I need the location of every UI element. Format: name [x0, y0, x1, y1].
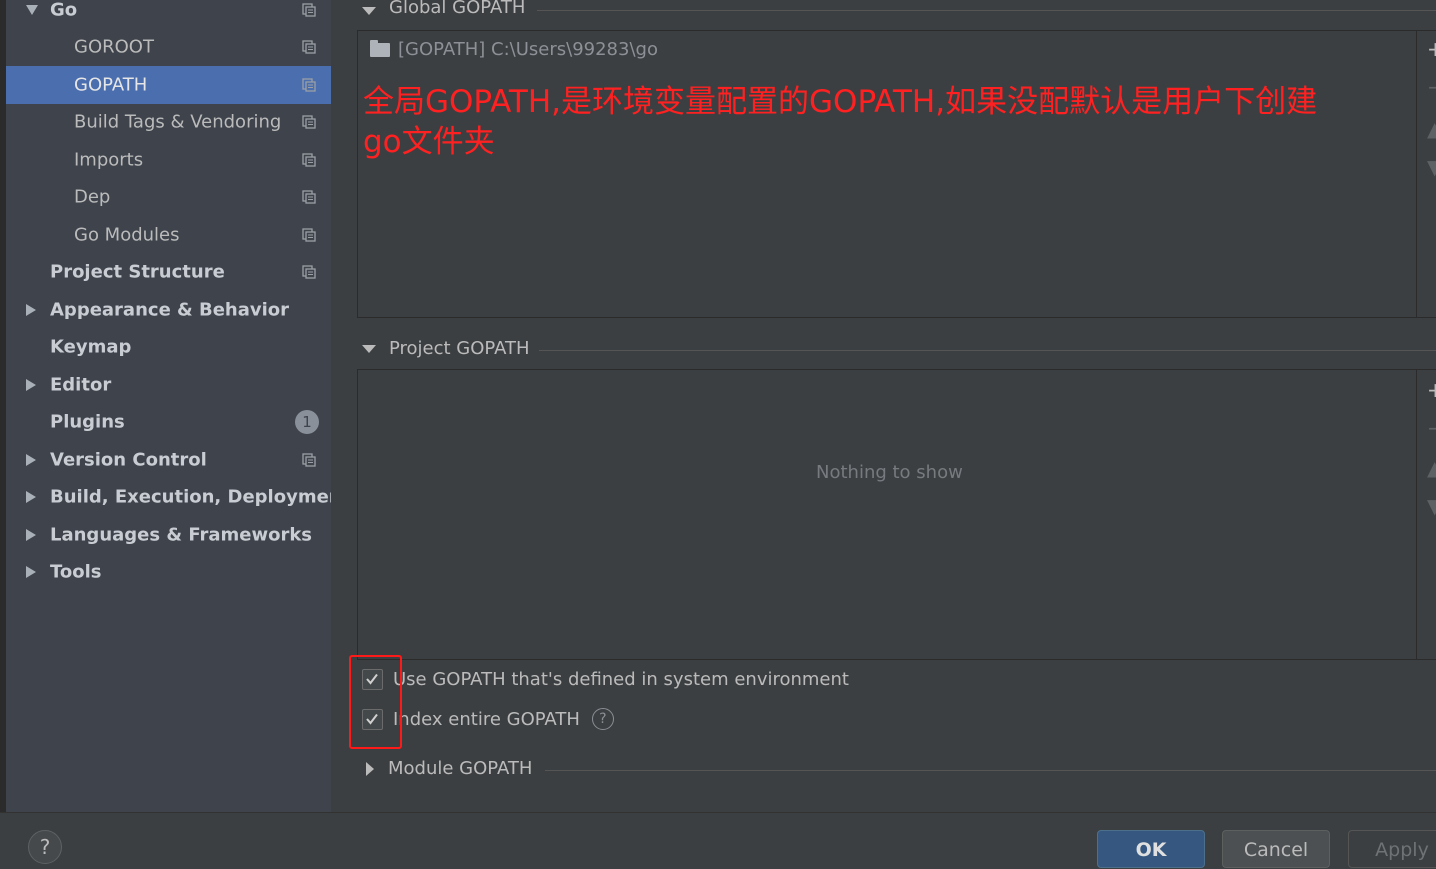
- sidebar-item-label: Keymap: [50, 336, 132, 358]
- sidebar-item-dep[interactable]: Dep: [6, 178, 331, 216]
- sidebar-item-label: Editor: [50, 374, 112, 396]
- section-divider: [545, 770, 1436, 771]
- section-divider: [539, 350, 1436, 351]
- sidebar-item-label: Go: [50, 0, 78, 21]
- sidebar-item-label: GOROOT: [74, 36, 154, 58]
- expanded-arrow-icon[interactable]: [26, 5, 38, 15]
- list-toolbar: + − ▲ ▼: [1416, 31, 1436, 317]
- collapse-arrow-icon: [362, 7, 376, 15]
- move-down-icon[interactable]: ▼: [1427, 157, 1436, 177]
- move-down-icon[interactable]: ▼: [1427, 496, 1436, 516]
- project-gopath-list[interactable]: Nothing to show + − ▲ ▼: [357, 369, 1436, 660]
- sidebar-item-label: Build Tags & Vendoring: [74, 111, 282, 133]
- help-icon[interactable]: ?: [591, 708, 614, 730]
- project-level-icon: [302, 115, 316, 129]
- add-icon[interactable]: +: [1427, 39, 1436, 59]
- sidebar-item-appearance-behavior[interactable]: Appearance & Behavior: [6, 291, 331, 329]
- sidebar-item-gopath[interactable]: GOPATH: [6, 66, 331, 104]
- sidebar-item-label: Version Control: [50, 449, 207, 471]
- sidebar-item-project-structure[interactable]: Project Structure: [6, 253, 331, 291]
- global-gopath-header[interactable]: Global GOPATH: [357, 0, 1436, 24]
- help-button[interactable]: ?: [28, 830, 62, 864]
- collapsed-arrow-icon[interactable]: [26, 566, 36, 578]
- move-up-icon[interactable]: ▲: [1427, 458, 1436, 478]
- sidebar-item-label: Dep: [74, 186, 111, 208]
- gopath-entry[interactable]: [GOPATH] C:\Users\99283\go: [370, 39, 658, 60]
- project-level-icon: [302, 265, 316, 279]
- module-gopath-title: Module GOPATH: [388, 758, 533, 779]
- sidebar-item-imports[interactable]: Imports: [6, 141, 331, 179]
- project-level-icon: [302, 3, 316, 17]
- project-gopath-header[interactable]: Project GOPATH: [357, 338, 1436, 362]
- move-up-icon[interactable]: ▲: [1427, 119, 1436, 139]
- expand-arrow-icon: [366, 762, 374, 776]
- use-system-gopath-label: Use GOPATH that's defined in system envi…: [393, 669, 849, 690]
- project-level-icon: [302, 40, 316, 54]
- dialog-footer: [0, 812, 1436, 859]
- add-icon[interactable]: +: [1427, 380, 1436, 400]
- sidebar-item-go[interactable]: Go: [6, 0, 331, 29]
- empty-list-text: Nothing to show: [816, 462, 963, 483]
- red-annotation: 全局GOPATH,是环境变量配置的GOPATH,如果没配默认是用户下创建go文件…: [363, 84, 1318, 160]
- project-gopath-title: Project GOPATH: [389, 338, 530, 359]
- index-entire-gopath-label: Index entire GOPATH: [393, 708, 580, 730]
- remove-icon[interactable]: −: [1427, 418, 1436, 438]
- collapsed-arrow-icon[interactable]: [26, 529, 36, 541]
- section-divider: [537, 10, 1436, 11]
- sidebar-item-label: Tools: [50, 561, 102, 583]
- sidebar-item-build-execution-deployment[interactable]: Build, Execution, Deployment: [6, 478, 350, 516]
- collapse-arrow-icon: [362, 345, 376, 353]
- module-gopath-header[interactable]: Module GOPATH: [357, 757, 1436, 781]
- sidebar-item-label: Appearance & Behavior: [50, 299, 290, 321]
- sidebar-item-label: Languages & Frameworks: [50, 524, 313, 546]
- sidebar-item-build-tags-vendoring[interactable]: Build Tags & Vendoring: [6, 103, 331, 141]
- apply-button[interactable]: Apply: [1348, 830, 1436, 868]
- global-gopath-list[interactable]: [GOPATH] C:\Users\99283\go + − ▲ ▼: [357, 30, 1436, 318]
- collapsed-arrow-icon[interactable]: [26, 454, 36, 466]
- settings-sidebar: Go GOROOT GOPATH Build Tags & Vendoring Impo…: [6, 0, 350, 812]
- cancel-button[interactable]: Cancel: [1222, 830, 1330, 868]
- sidebar-item-goroot[interactable]: GOROOT: [6, 28, 331, 66]
- sidebar-item-label: Imports: [74, 149, 144, 171]
- gopath-entry-path: [GOPATH] C:\Users\99283\go: [398, 39, 658, 60]
- collapsed-arrow-icon[interactable]: [26, 379, 36, 391]
- global-gopath-title: Global GOPATH: [389, 0, 526, 18]
- sidebar-item-version-control[interactable]: Version Control: [6, 441, 331, 479]
- collapsed-arrow-icon[interactable]: [26, 304, 36, 316]
- sidebar-item-label: Build, Execution, Deployment: [50, 486, 351, 508]
- sidebar-item-plugins[interactable]: Plugins 1: [6, 403, 331, 441]
- sidebar-item-tools[interactable]: Tools: [6, 553, 331, 591]
- red-highlight-box: [349, 655, 402, 749]
- project-level-icon: [302, 78, 316, 92]
- use-system-gopath-option[interactable]: Use GOPATH that's defined in system envi…: [362, 669, 849, 690]
- sidebar-item-label: GOPATH: [74, 74, 148, 96]
- collapsed-arrow-icon[interactable]: [26, 491, 36, 503]
- sidebar-item-label: Plugins: [50, 411, 125, 433]
- list-toolbar: + − ▲ ▼: [1416, 370, 1436, 659]
- sidebar-item-editor[interactable]: Editor: [6, 366, 331, 404]
- sidebar-item-keymap[interactable]: Keymap: [6, 328, 331, 366]
- plugins-update-badge: 1: [295, 410, 319, 434]
- sidebar-item-languages-frameworks[interactable]: Languages & Frameworks: [6, 516, 331, 554]
- project-level-icon: [302, 228, 316, 242]
- remove-icon[interactable]: −: [1427, 77, 1436, 97]
- project-level-icon: [302, 453, 316, 467]
- ok-button[interactable]: OK: [1097, 830, 1205, 868]
- sidebar-item-label: Project Structure: [50, 261, 225, 283]
- sidebar-item-go-modules[interactable]: Go Modules: [6, 216, 331, 254]
- sidebar-item-label: Go Modules: [74, 224, 180, 246]
- project-level-icon: [302, 190, 316, 204]
- project-level-icon: [302, 153, 316, 167]
- folder-icon: [370, 39, 390, 57]
